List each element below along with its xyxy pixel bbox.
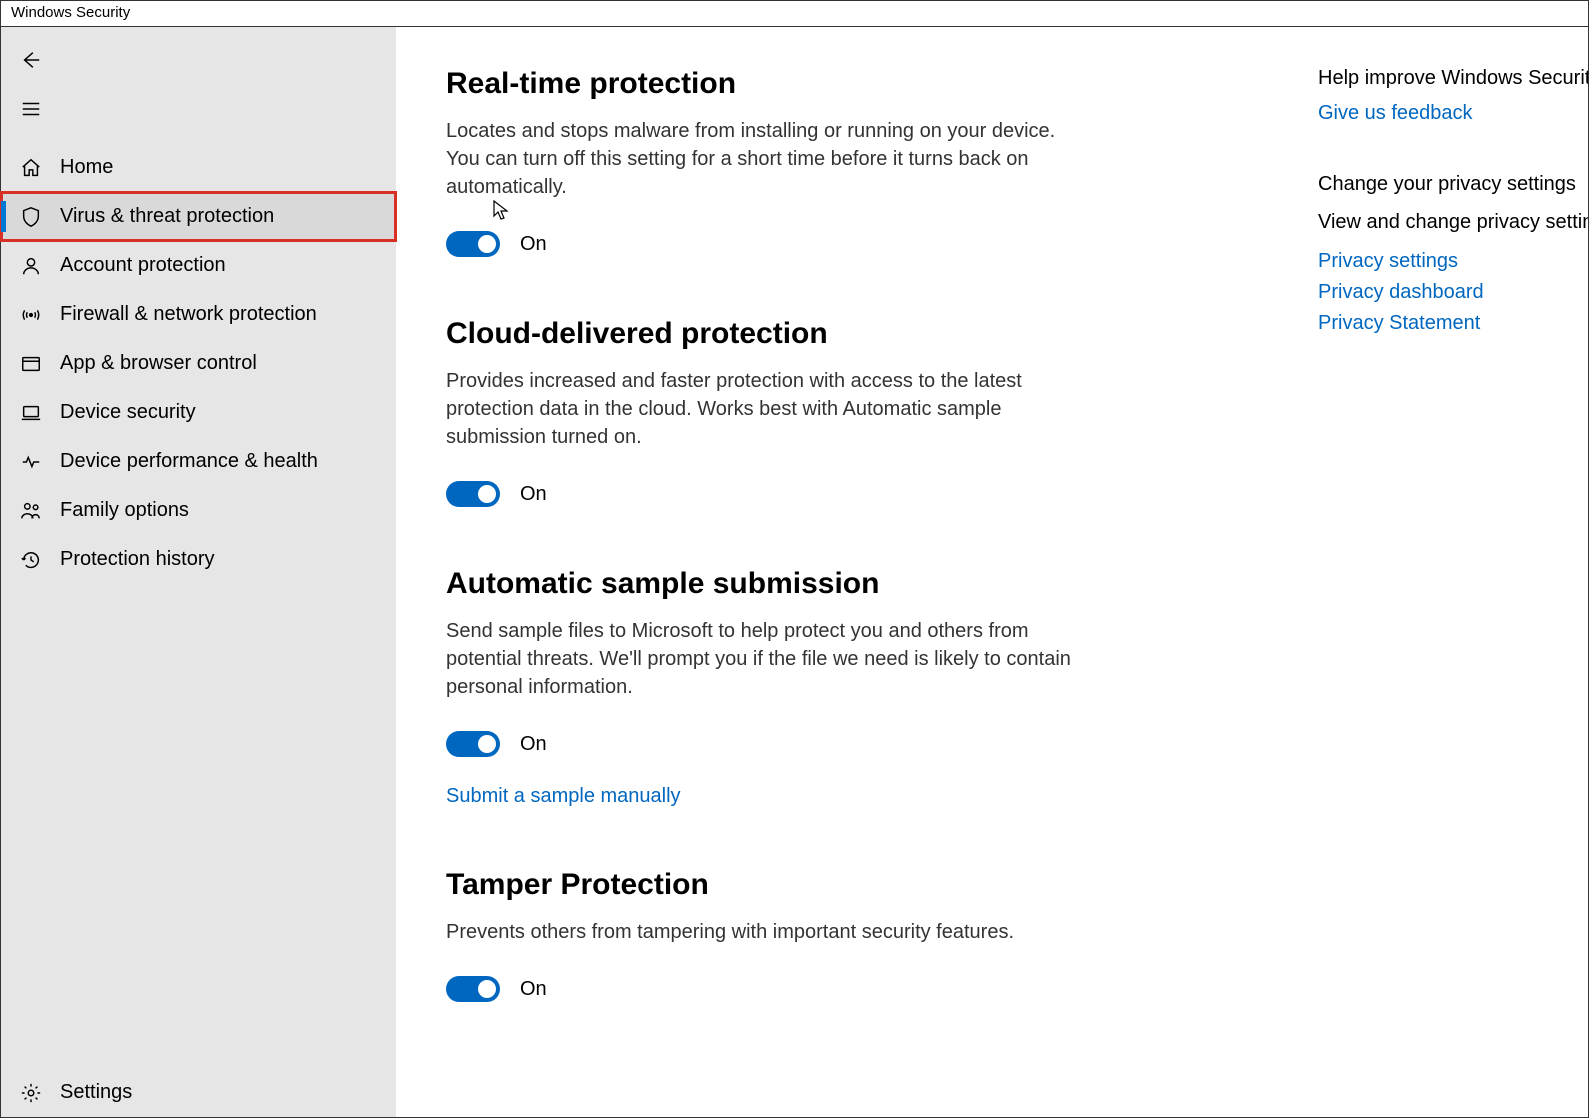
shield-icon bbox=[19, 206, 43, 228]
app-body: Home Virus & threat protection Account p… bbox=[1, 27, 1588, 1117]
gear-icon bbox=[19, 1082, 43, 1104]
toggle-state-label: On bbox=[520, 733, 547, 756]
main-content: Real-time protection Locates and stops m… bbox=[396, 27, 1308, 1117]
laptop-icon bbox=[19, 402, 43, 424]
sidebar: Home Virus & threat protection Account p… bbox=[1, 27, 396, 1117]
sidebar-item-label: Settings bbox=[60, 1081, 132, 1104]
back-arrow-icon bbox=[19, 49, 43, 71]
section-desc: Provides increased and faster protection… bbox=[446, 367, 1076, 451]
hamburger-icon bbox=[19, 98, 43, 120]
sidebar-item-label: Firewall & network protection bbox=[60, 303, 317, 326]
sidebar-item-home[interactable]: Home bbox=[1, 143, 396, 192]
sidebar-item-label: Family options bbox=[60, 499, 189, 522]
toggle-state-label: On bbox=[520, 233, 547, 256]
privacy-title: Change your privacy settings bbox=[1318, 173, 1588, 196]
toggle-state-label: On bbox=[520, 483, 547, 506]
sidebar-item-family[interactable]: Family options bbox=[1, 486, 396, 535]
privacy-desc: View and change privacy settings for you… bbox=[1318, 208, 1588, 236]
sidebar-item-history[interactable]: Protection history bbox=[1, 535, 396, 584]
right-pane: Help improve Windows Security Give us fe… bbox=[1308, 27, 1588, 1117]
section-cloud: Cloud-delivered protection Provides incr… bbox=[446, 317, 1076, 507]
sidebar-item-label: Virus & threat protection bbox=[60, 205, 274, 228]
heartbeat-icon bbox=[19, 451, 43, 473]
family-icon bbox=[19, 500, 43, 522]
privacy-statement-link[interactable]: Privacy Statement bbox=[1318, 312, 1588, 335]
person-icon bbox=[19, 255, 43, 277]
toggle-row: On bbox=[446, 976, 1076, 1002]
section-title: Real-time protection bbox=[446, 67, 1076, 101]
submit-sample-link[interactable]: Submit a sample manually bbox=[446, 785, 681, 808]
sidebar-item-firewall[interactable]: Firewall & network protection bbox=[1, 290, 396, 339]
sidebar-item-device-security[interactable]: Device security bbox=[1, 388, 396, 437]
back-button[interactable] bbox=[1, 35, 396, 84]
window-title: Windows Security bbox=[11, 4, 130, 21]
privacy-group: Change your privacy settings View and ch… bbox=[1318, 173, 1588, 335]
sidebar-item-settings[interactable]: Settings bbox=[1, 1068, 396, 1117]
toggle-row: On bbox=[446, 481, 1076, 507]
cloud-toggle[interactable] bbox=[446, 481, 500, 507]
section-title: Cloud-delivered protection bbox=[446, 317, 1076, 351]
privacy-settings-link[interactable]: Privacy settings bbox=[1318, 250, 1588, 273]
sidebar-item-label: Device security bbox=[60, 401, 196, 424]
sidebar-item-label: Account protection bbox=[60, 254, 226, 277]
sidebar-item-account[interactable]: Account protection bbox=[1, 241, 396, 290]
sidebar-item-label: Protection history bbox=[60, 548, 215, 571]
sidebar-item-label: App & browser control bbox=[60, 352, 257, 375]
section-title: Automatic sample submission bbox=[446, 567, 1076, 601]
history-icon bbox=[19, 549, 43, 571]
toggle-row: On bbox=[446, 231, 1076, 257]
realtime-toggle[interactable] bbox=[446, 231, 500, 257]
tamper-toggle[interactable] bbox=[446, 976, 500, 1002]
sidebar-item-virus-threat[interactable]: Virus & threat protection bbox=[1, 192, 396, 241]
section-desc: Send sample files to Microsoft to help p… bbox=[446, 617, 1076, 701]
section-title: Tamper Protection bbox=[446, 868, 1076, 902]
section-sample: Automatic sample submission Send sample … bbox=[446, 567, 1076, 808]
sidebar-item-performance[interactable]: Device performance & health bbox=[1, 437, 396, 486]
sidebar-item-label: Home bbox=[60, 156, 113, 179]
help-improve-group: Help improve Windows Security Give us fe… bbox=[1318, 67, 1588, 125]
help-improve-title: Help improve Windows Security bbox=[1318, 67, 1588, 90]
sidebar-item-label: Device performance & health bbox=[60, 450, 318, 473]
home-icon bbox=[19, 157, 43, 179]
toggle-state-label: On bbox=[520, 978, 547, 1001]
menu-button[interactable] bbox=[1, 84, 396, 133]
privacy-dashboard-link[interactable]: Privacy dashboard bbox=[1318, 281, 1588, 304]
window-title-bar: Windows Security bbox=[1, 1, 1588, 27]
section-tamper: Tamper Protection Prevents others from t… bbox=[446, 868, 1076, 1002]
toggle-row: On bbox=[446, 731, 1076, 757]
give-feedback-link[interactable]: Give us feedback bbox=[1318, 102, 1588, 125]
sidebar-item-app-browser[interactable]: App & browser control bbox=[1, 339, 396, 388]
section-desc: Prevents others from tampering with impo… bbox=[446, 918, 1076, 946]
antenna-icon bbox=[19, 304, 43, 326]
sample-toggle[interactable] bbox=[446, 731, 500, 757]
section-realtime: Real-time protection Locates and stops m… bbox=[446, 67, 1076, 257]
section-desc: Locates and stops malware from installin… bbox=[446, 117, 1076, 201]
window-icon bbox=[19, 353, 43, 375]
